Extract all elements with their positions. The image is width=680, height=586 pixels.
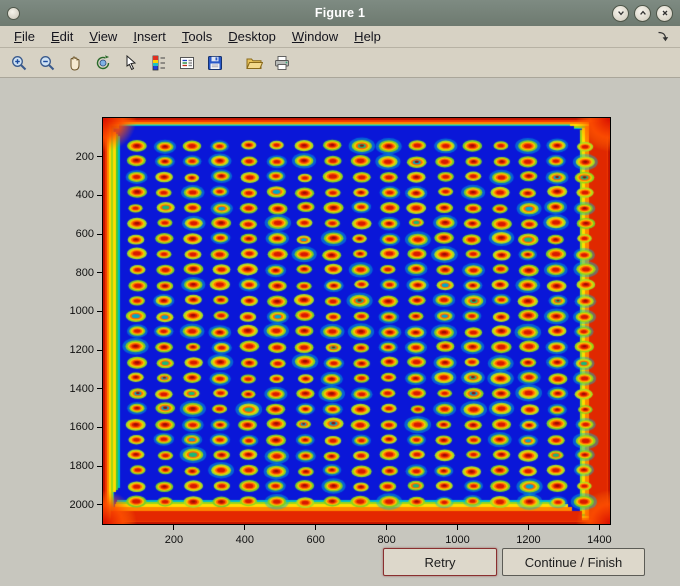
y-tick: [97, 310, 102, 312]
x-tick: [527, 525, 529, 530]
zoom-out-button[interactable]: [34, 51, 60, 75]
y-tick-label: 800: [75, 266, 94, 279]
menu-item-insert[interactable]: Insert: [125, 27, 174, 46]
y-tick-label: 1600: [69, 421, 94, 434]
y-tick-label: 600: [75, 228, 94, 240]
insert-colorbar-button[interactable]: [146, 51, 172, 75]
y-tick: [97, 349, 102, 351]
x-tick: [598, 525, 600, 530]
menu-item-file[interactable]: File: [6, 27, 43, 46]
data-cursor-button[interactable]: [118, 51, 144, 75]
continue-finish-button[interactable]: Continue / Finish: [502, 548, 645, 576]
y-tick-label: 1000: [69, 305, 94, 318]
shade-button[interactable]: [612, 4, 629, 22]
zoom-in-icon: [10, 54, 28, 72]
menu-item-help[interactable]: Help: [346, 27, 389, 46]
x-tick: [386, 525, 388, 530]
menu-item-tools[interactable]: Tools: [174, 27, 220, 46]
menu-item-window[interactable]: Window: [284, 27, 346, 46]
x-tick-label: 600: [306, 534, 325, 546]
y-tick: [97, 194, 102, 196]
y-tick-label: 2000: [69, 498, 94, 511]
data-cursor-icon: [122, 54, 140, 72]
y-tick-label: 1400: [69, 382, 94, 395]
x-tick: [173, 525, 175, 530]
heatmap-image[interactable]: [103, 118, 610, 524]
x-tick-label: 1200: [516, 534, 541, 546]
y-tick-label: 400: [75, 189, 94, 202]
dock-figure-icon[interactable]: [651, 30, 674, 43]
x-tick-label: 800: [377, 534, 396, 546]
x-tick: [244, 525, 246, 530]
menu-item-view[interactable]: View: [81, 27, 125, 46]
insert-colorbar-icon: [150, 54, 168, 72]
y-tick: [97, 388, 102, 390]
y-tick-label: 1800: [69, 460, 94, 472]
pan-button[interactable]: [62, 51, 88, 75]
toolbar-separator: [230, 48, 239, 77]
save-figure-icon: [206, 54, 224, 72]
y-tick: [97, 426, 102, 428]
figure-toolbar: [0, 48, 680, 78]
x-tick: [457, 525, 459, 530]
maximize-button[interactable]: [634, 4, 651, 22]
y-tick: [97, 504, 102, 506]
open-file-icon: [245, 54, 263, 72]
close-button[interactable]: [656, 4, 673, 22]
save-figure-button[interactable]: [202, 51, 228, 75]
open-file-button[interactable]: [241, 51, 267, 75]
x-tick: [315, 525, 317, 530]
window-controls: [612, 4, 673, 22]
y-tick-label: 1200: [69, 344, 94, 356]
menu-bar: File Edit View Insert Tools Desktop Window Help: [0, 26, 680, 48]
menu-item-edit[interactable]: Edit: [43, 27, 81, 46]
figure-canvas-area: Retry Continue / Finish 200 400 600 800 1000…: [0, 78, 680, 586]
plot-axes: [102, 117, 611, 525]
y-tick-label: 200: [75, 150, 94, 163]
retry-button[interactable]: Retry: [383, 548, 497, 576]
figure-window: Figure 1 File Edit View Insert Tools Desktop W…: [0, 0, 680, 586]
x-tick-label: 1000: [445, 534, 470, 546]
print-figure-button[interactable]: [269, 51, 295, 75]
insert-legend-icon: [178, 54, 196, 72]
y-tick: [97, 465, 102, 467]
zoom-out-icon: [38, 54, 56, 72]
window-title: Figure 1: [314, 6, 366, 20]
rotate-3d-icon: [94, 54, 112, 72]
rotate-3d-button[interactable]: [90, 51, 116, 75]
pan-icon: [66, 54, 84, 72]
zoom-in-button[interactable]: [6, 51, 32, 75]
y-tick: [97, 156, 102, 158]
x-tick-label: 1400: [587, 534, 612, 546]
menu-item-desktop[interactable]: Desktop: [220, 27, 284, 46]
y-tick: [97, 272, 102, 274]
titlebar[interactable]: Figure 1: [0, 0, 680, 26]
x-tick-label: 400: [235, 534, 254, 546]
print-figure-icon: [273, 54, 291, 72]
insert-legend-button[interactable]: [174, 51, 200, 75]
x-tick-label: 200: [164, 534, 184, 546]
window-menu-button[interactable]: [7, 6, 20, 20]
y-tick: [97, 233, 102, 235]
